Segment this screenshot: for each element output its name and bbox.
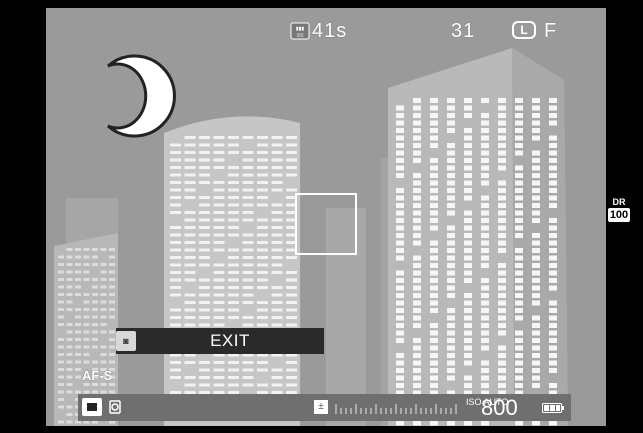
dynamic-range-badge: DR 100: [608, 197, 630, 222]
bottom-info-bar: ± ISO AUTO 800: [78, 394, 571, 421]
iso-value: 800: [481, 395, 518, 420]
frame-counter: 31: [451, 20, 476, 42]
exit-label: EXIT: [210, 331, 250, 350]
drive-mode-icon: ▮▮▮ ≡≡: [290, 22, 310, 40]
svg-text:▮▮▮: ▮▮▮: [296, 26, 305, 32]
exposure-compensation-icon: ±: [314, 400, 328, 414]
dr-value: 100: [608, 208, 630, 222]
dr-label: DR: [612, 197, 626, 207]
focus-mode: AF-S: [82, 368, 113, 383]
focus-frame[interactable]: [295, 193, 357, 255]
single-frame-icon: [82, 398, 102, 416]
exit-prompt[interactable]: ◙ EXIT: [116, 328, 324, 354]
moon-icon: [107, 54, 176, 138]
multi-metering-icon: [109, 400, 121, 414]
image-quality: F: [544, 20, 558, 42]
battery-icon: [542, 403, 564, 413]
exposure-scale: [335, 404, 457, 414]
disp-back-icon: ◙: [116, 331, 136, 351]
live-view: ▮▮▮ ≡≡ 41s 31 L F: [46, 8, 606, 426]
svg-text:≡≡: ≡≡: [296, 33, 304, 39]
image-size-badge: L: [512, 21, 536, 39]
shots-remaining: 41s: [312, 20, 348, 42]
